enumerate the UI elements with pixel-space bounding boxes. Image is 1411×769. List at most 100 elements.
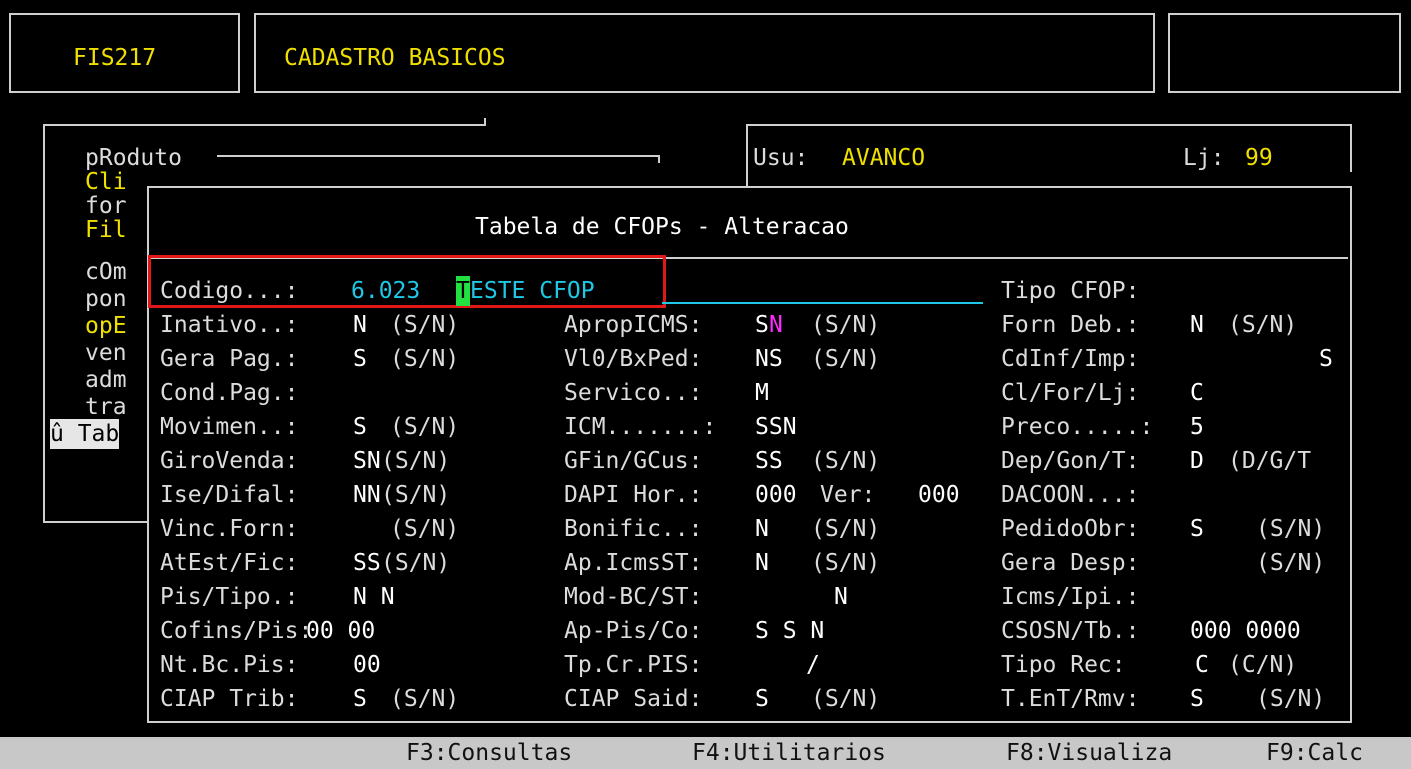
tp-cr-pis-value[interactable]: / [806,650,820,680]
vl0-bxped-hint: (S/N) [811,346,881,372]
gfin-gcus-hint: (S/N) [811,448,881,474]
pis-tipo-value[interactable]: N N [353,582,395,612]
store-label: Lj: [1183,145,1225,171]
aprop-icms-label: ApropICMS: [564,312,703,338]
ciap-trib-label: CIAP Trib: [160,686,299,712]
nt-bc-pis-value[interactable]: 00 [353,650,381,680]
codigo-label: Codigo...: [160,278,299,304]
bonific-value[interactable]: N [755,514,769,544]
ciap-trib-hint: (S/N) [390,686,460,712]
gera-pag-label: Gera Pag.: [160,346,299,372]
at-est-fic-hint: (S/N) [381,550,451,576]
store-value: 99 [1245,145,1273,171]
user-panel-right [1350,124,1352,172]
menu-item-com[interactable]: cOm [85,257,127,287]
t-ent-rmv-label: T.EnT/Rmv: [1001,686,1140,712]
f9-calc-key[interactable]: F9:Calc [1266,738,1363,768]
f4-utilitarios-key[interactable]: F4:Utilitarios [692,738,886,768]
cond-pag-label: Cond.Pag.: [160,380,299,406]
servico-label: Servico..: [564,380,703,406]
vl0-bxped-value[interactable]: NS [755,344,783,374]
menu-frame-left [43,124,45,523]
aprop-icms-value-b[interactable]: N [769,310,783,340]
gera-pag-hint: (S/N) [390,346,460,372]
program-code: FIS217 [73,45,157,71]
t-ent-rmv-hint: (S/N) [1256,686,1326,712]
right-header-box [1168,13,1401,93]
inativo-value[interactable]: N [353,310,367,340]
dapi-hor-value[interactable]: 000 [755,480,797,510]
produto-submenu-corner [658,155,660,163]
pedido-obr-value[interactable]: S [1190,514,1204,544]
gera-desp-label: Gera Desp: [1001,550,1140,576]
preco-label: Preco.....: [1001,414,1154,440]
screen-title: CADASTRO BASICOS [284,45,506,71]
f8-visualiza-key[interactable]: F8:Visualiza [1006,738,1172,768]
nt-bc-pis-label: Nt.Bc.Pis: [160,652,299,678]
gfin-gcus-label: GFin/GCus: [564,448,703,474]
at-est-fic-value[interactable]: SS [353,548,381,578]
csosn-tb-value[interactable]: 000 0000 [1190,616,1301,646]
t-ent-rmv-value[interactable]: S [1190,684,1204,714]
ciap-said-value[interactable]: S [755,684,769,714]
ciap-said-hint: (S/N) [811,686,881,712]
description-cursor-char[interactable]: T [456,276,470,306]
icm-label: ICM.......: [564,414,717,440]
vinc-forn-label: Vinc.Forn: [160,516,299,542]
ap-icmsst-value[interactable]: N [755,548,769,578]
menu-item-pon[interactable]: pon [85,284,127,314]
menu-item-ope[interactable]: opE [85,311,127,341]
cl-for-lj-value[interactable]: C [1190,378,1204,408]
forn-deb-value[interactable]: N [1190,310,1204,340]
menu-item-tra[interactable]: tra [85,392,127,422]
ise-difal-value[interactable]: NN [353,480,381,510]
ciap-said-label: CIAP Said: [564,686,703,712]
icms-ipi-label: Icms/Ipi.: [1001,584,1140,610]
cofins-pis-value[interactable]: 00 00 [306,616,375,646]
menu-item-ven[interactable]: ven [85,338,127,368]
gfin-gcus-value[interactable]: SS [755,446,783,476]
description-field[interactable]: ESTE CFOP [470,276,595,306]
menu-item-fil[interactable]: Fil [85,215,127,245]
aprop-icms-value-a[interactable]: S [755,310,769,340]
f3-consultas-key[interactable]: F3:Consultas [406,738,572,768]
aprop-icms-hint: (S/N) [811,312,881,338]
ap-icmsst-label: Ap.IcmsST: [564,550,703,576]
dapi-ver-value[interactable]: 000 [918,480,960,510]
movimen-value[interactable]: S [353,412,367,442]
gera-desp-hint: (S/N) [1256,550,1326,576]
cl-for-lj-label: Cl/For/Lj: [1001,380,1140,406]
pedido-obr-label: PedidoObr: [1001,516,1140,542]
mod-bc-st-value[interactable]: N [834,582,848,612]
giro-venda-value[interactable]: SN [353,446,381,476]
forn-deb-label: Forn Deb.: [1001,312,1140,338]
user-panel-top [746,124,1352,126]
dapi-hor-label: DAPI Hor.: [564,482,703,508]
description-field-underline [662,302,983,304]
bonific-hint: (S/N) [811,516,881,542]
tp-cr-pis-label: Tp.Cr.PIS: [564,652,703,678]
ap-pis-co-label: Ap-Pis/Co: [564,618,703,644]
dep-gon-t-value[interactable]: D [1190,446,1204,476]
bonific-label: Bonific..: [564,516,703,542]
icm-value[interactable]: SSN [755,412,797,442]
ciap-trib-value[interactable]: S [353,684,367,714]
preco-value[interactable]: 5 [1190,412,1204,442]
menu-item-adm[interactable]: adm [85,365,127,395]
codigo-value[interactable]: 6.023 [351,276,420,306]
forn-deb-hint: (S/N) [1228,312,1298,338]
dapi-ver-label: Ver: [820,482,876,508]
ap-pis-co-value[interactable]: S S N [755,616,824,646]
cdinf-imp-value[interactable]: S [1319,344,1333,374]
pedido-obr-hint: (S/N) [1256,516,1326,542]
gera-pag-value[interactable]: S [353,344,367,374]
dep-gon-t-hint: (D/G/T [1228,448,1312,474]
tipo-rec-value[interactable]: C [1195,650,1209,680]
tipo-cfop-label: Tipo CFOP: [1001,278,1140,304]
cdinf-imp-label: CdInf/Imp: [1001,346,1140,372]
servico-value[interactable]: M [755,378,769,408]
ise-difal-hint: (S/N) [381,482,451,508]
ap-icmsst-hint: (S/N) [811,550,881,576]
produto-submenu-line [217,155,658,157]
menu-item-tab-selected[interactable]: û Tab [50,419,120,449]
